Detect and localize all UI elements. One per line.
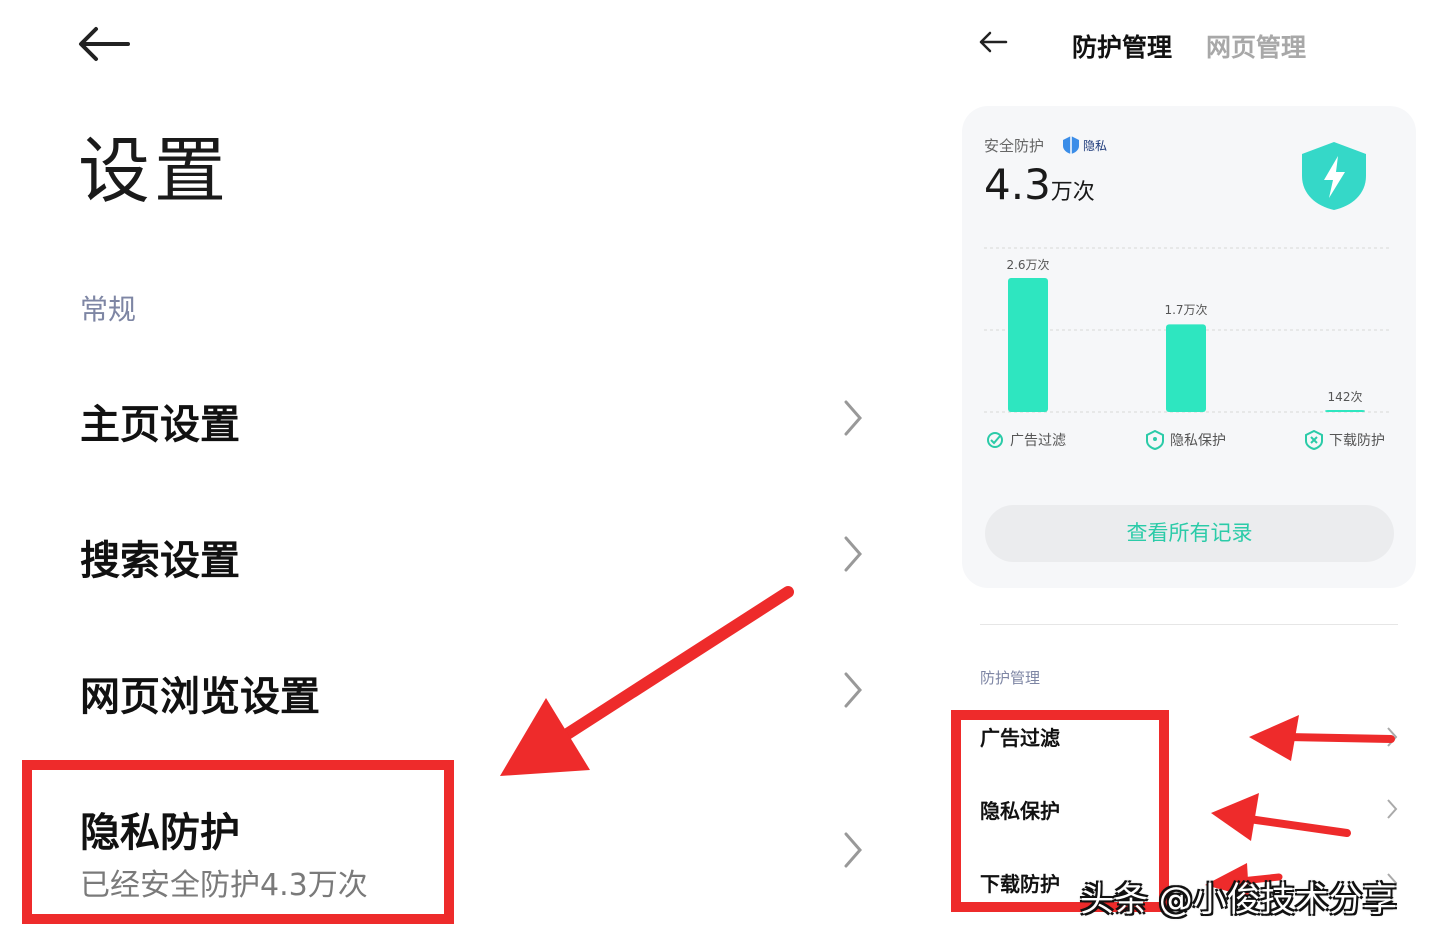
menu-item-label: 主页设置 xyxy=(80,402,240,448)
privacy-shield-icon xyxy=(1146,430,1164,450)
download-shield-icon xyxy=(1305,430,1323,450)
privacy-badge-label: 隐私 xyxy=(1083,138,1108,153)
tab-protection-management[interactable]: 防护管理 xyxy=(1072,28,1172,64)
category-label: 下载防护 xyxy=(1329,433,1385,449)
annotation-arrow-icon xyxy=(500,586,794,776)
chevron-right-icon xyxy=(844,536,862,572)
category-label: 隐私保护 xyxy=(1170,433,1226,449)
shield-lightning-icon xyxy=(1302,142,1366,210)
category-ad-filter: 广告过滤 xyxy=(986,430,1066,450)
total-protection-count: 4.3万次 xyxy=(984,160,1095,209)
menu-item-homepage-settings[interactable]: 主页设置 xyxy=(0,372,900,462)
annotation-arrows-icon xyxy=(1205,715,1395,895)
tab-webpage-management[interactable]: 网页管理 xyxy=(1206,28,1306,64)
menu-item-label: 网页浏览设置 xyxy=(80,674,320,720)
section-label-protection: 防护管理 xyxy=(980,669,1041,687)
bar-value-label-ad-filter: 2.6万次 xyxy=(1006,258,1050,272)
ad-filter-icon xyxy=(987,432,1003,448)
bar-value-label-privacy: 1.7万次 xyxy=(1164,303,1208,317)
chevron-right-icon xyxy=(844,672,862,708)
privacy-badge: 隐私 xyxy=(1062,135,1107,155)
divider xyxy=(980,624,1398,625)
category-download-protection: 下载防护 xyxy=(1305,430,1385,450)
section-label-general: 常规 xyxy=(80,293,137,326)
total-unit: 万次 xyxy=(1050,180,1095,205)
bar-ad-filter xyxy=(1008,278,1048,412)
bar-privacy-protection xyxy=(1166,324,1206,412)
view-all-records-button[interactable]: 查看所有记录 xyxy=(985,505,1394,562)
category-privacy-protection: 隐私保护 xyxy=(1146,430,1226,450)
category-label: 广告过滤 xyxy=(1010,433,1066,449)
page-title: 设置 xyxy=(78,129,231,213)
chevron-right-icon xyxy=(844,400,862,436)
back-arrow-icon[interactable] xyxy=(78,26,130,62)
back-arrow-icon[interactable] xyxy=(978,30,1008,58)
bar-value-label-download: 142次 xyxy=(1327,390,1363,404)
highlight-box-privacy xyxy=(22,760,454,924)
menu-item-label: 搜索设置 xyxy=(80,538,240,584)
watermark-text: 头条 @小俊技术分享 xyxy=(1080,880,1397,920)
total-value: 4.3 xyxy=(984,160,1051,209)
chevron-right-icon xyxy=(844,832,862,868)
bar-download-protection xyxy=(1325,410,1365,412)
card-label: 安全防护 xyxy=(984,137,1045,155)
shield-badge-icon xyxy=(1063,136,1079,154)
